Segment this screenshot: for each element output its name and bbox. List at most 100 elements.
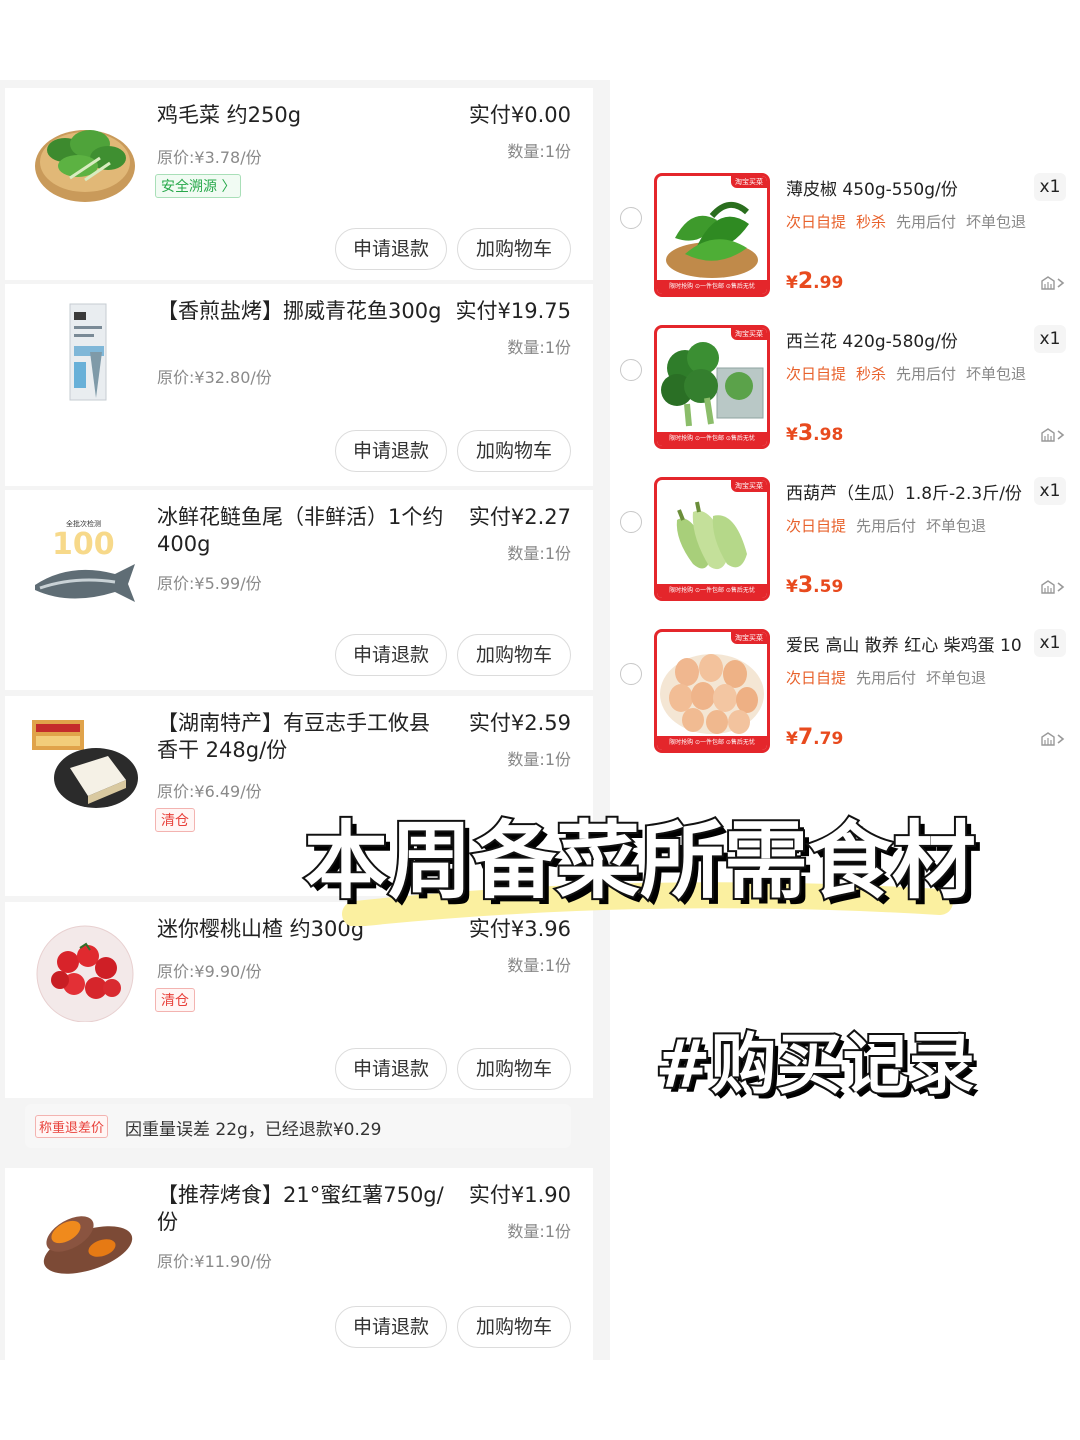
add-to-cart-button[interactable]: 加购物车	[457, 1048, 571, 1090]
headline-text: 本周备菜所需食材	[304, 812, 976, 910]
cart-item-price: ¥3.59	[786, 573, 844, 598]
service-tags: 次日自提 先用后付 坏单包退	[786, 515, 996, 536]
original-price: 原价:¥3.78/份	[157, 148, 262, 167]
order-card: 【推荐烤食】21°蜜红薯750g/份 实付¥1.90 数量:1份 原价:¥11.…	[5, 1168, 593, 1360]
service-tag: 坏单包退	[926, 669, 987, 687]
select-radio[interactable]	[620, 663, 642, 685]
refund-button[interactable]: 申请退款	[335, 228, 447, 270]
service-tag: 次日自提	[786, 365, 847, 383]
promo-footer: 限时抢购 ⊙一件包邮 ⊙售后无忧	[657, 432, 767, 446]
order-card: 鸡毛菜 约250g 实付¥0.00 数量:1份 原价:¥3.78/份 安全溯源 …	[5, 88, 593, 280]
green-peppers-image	[666, 202, 758, 278]
original-price: 原价:¥6.49/份	[157, 782, 262, 801]
paid-amount: 实付¥2.59	[468, 711, 571, 735]
hawthorn-image	[36, 925, 134, 1022]
cart-item-name[interactable]: 爱民 高山 散养 红心 柴鸡蛋 10	[786, 631, 1026, 656]
refund-button[interactable]: 申请退款	[335, 1048, 447, 1090]
store-badge: 淘宝买菜	[731, 328, 767, 340]
store-badge: 淘宝买菜	[731, 480, 767, 492]
order-card: 迷你樱桃山楂 约300g 实付¥3.96 数量:1份 原价:¥9.90/份 清仓…	[5, 902, 593, 1098]
quantity: 数量:1份	[507, 544, 571, 563]
product-thumbnail[interactable]: 淘宝买菜 限时抢购 ⊙一件包邮 ⊙售后无忧	[654, 173, 770, 297]
service-tag: 先用后付	[856, 669, 917, 687]
weight-refund-text: 因重量误差 22g，已经退款¥0.29	[125, 1120, 382, 1140]
quantity-stepper[interactable]: x1	[1034, 477, 1066, 505]
svg-text:100: 100	[52, 527, 115, 562]
quantity-stepper[interactable]: x1	[1034, 173, 1066, 201]
service-tags: 次日自提 秒杀 先用后付 坏单包退	[786, 363, 1036, 384]
cart-item-price: ¥3.98	[786, 421, 844, 446]
clearance-tag: 清仓	[155, 808, 195, 832]
cart-list: 淘宝买菜 限时抢购 ⊙一件包邮 ⊙售后无忧 薄皮椒 450g-550g/份 x1…	[610, 155, 1080, 765]
quantity-stepper[interactable]: x1	[1034, 325, 1066, 353]
leafy-greens-image	[35, 130, 135, 202]
store-badge: 淘宝买菜	[731, 176, 767, 188]
quantity: 数量:1份	[507, 142, 571, 161]
headline-overlay: 本周备菜所需食材 本周备菜所需食材	[302, 810, 980, 926]
cart-item-name[interactable]: 西兰花 420g-580g/份	[786, 327, 1026, 352]
product-thumbnail[interactable]: 淘宝买菜 限时抢购 ⊙一件包邮 ⊙售后无忧	[654, 325, 770, 449]
add-to-cart-button[interactable]: 加购物车	[457, 228, 571, 270]
service-tag: 先用后付	[896, 365, 957, 383]
service-tag: 次日自提	[786, 213, 847, 231]
original-price: 原价:¥11.90/份	[157, 1252, 272, 1271]
find-similar-icon[interactable]	[1040, 275, 1066, 291]
add-to-cart-button[interactable]: 加购物车	[457, 430, 571, 472]
service-tag: 坏单包退	[926, 517, 987, 535]
find-similar-icon[interactable]	[1040, 579, 1066, 595]
cart-item-name[interactable]: 薄皮椒 450g-550g/份	[786, 175, 1026, 200]
cart-item-price: ¥2.99	[786, 269, 844, 294]
weight-refund-tag: 称重退差价	[35, 1115, 109, 1138]
product-thumbnail[interactable]: 淘宝买菜 限时抢购 ⊙一件包邮 ⊙售后无忧	[654, 629, 770, 753]
product-thumbnail[interactable]: 淘宝买菜 限时抢购 ⊙一件包邮 ⊙售后无忧	[654, 477, 770, 601]
refund-button[interactable]: 申请退款	[335, 634, 447, 676]
select-radio[interactable]	[620, 359, 642, 381]
order-card: 【香煎盐烤】挪威青花鱼300g 实付¥19.75 数量:1份 原价:¥32.80…	[5, 284, 593, 486]
traceability-tag[interactable]: 安全溯源 〉	[155, 174, 242, 198]
weight-refund-note: 称重退差价 因重量误差 22g，已经退款¥0.29	[25, 1104, 571, 1148]
service-tag: 次日自提	[786, 517, 847, 535]
quantity: 数量:1份	[507, 750, 571, 769]
service-tag: 秒杀	[856, 365, 887, 383]
eggs-image	[660, 654, 764, 734]
hashtag-text: #购买记录	[655, 1026, 974, 1103]
find-similar-icon[interactable]	[1040, 427, 1066, 443]
find-similar-icon[interactable]	[1040, 731, 1066, 747]
service-tags: 次日自提 先用后付 坏单包退	[786, 667, 996, 688]
paid-amount: 实付¥19.75	[455, 299, 571, 323]
promo-footer: 限时抢购 ⊙一件包邮 ⊙售后无忧	[657, 584, 767, 598]
service-tag: 秒杀	[856, 213, 887, 231]
cart-item-name[interactable]: 西葫芦（生瓜）1.8斤-2.3斤/份	[786, 479, 1026, 504]
cart-item[interactable]: 淘宝买菜 限时抢购 ⊙一件包邮 ⊙售后无忧 西葫芦（生瓜）1.8斤-2.3斤/份…	[610, 459, 1080, 611]
select-radio[interactable]	[620, 511, 642, 533]
product-name: 【湖南特产】有豆志手工攸县香干 248g/份	[157, 711, 430, 762]
original-price: 原价:¥9.90/份	[157, 962, 262, 981]
promo-footer: 限时抢购 ⊙一件包邮 ⊙售后无忧	[657, 280, 767, 294]
quantity: 数量:1份	[507, 956, 571, 975]
paid-amount: 实付¥0.00	[468, 103, 571, 127]
cart-item-price: ¥7.79	[786, 725, 844, 750]
quantity: 数量:1份	[507, 1222, 571, 1241]
cart-item[interactable]: 淘宝买菜 限时抢购 ⊙一件包邮 ⊙售后无忧 爱民 高山 散养 红心 柴鸡蛋 10…	[610, 611, 1080, 763]
broccoli-image	[661, 342, 764, 427]
sweet-potato-image	[43, 1216, 133, 1274]
add-to-cart-button[interactable]: 加购物车	[457, 1306, 571, 1348]
select-radio[interactable]	[620, 207, 642, 229]
service-tags: 次日自提 秒杀 先用后付 坏单包退	[786, 211, 1036, 232]
service-tag: 坏单包退	[966, 365, 1027, 383]
add-to-cart-button[interactable]: 加购物车	[457, 634, 571, 676]
fish-tail-image: 全批次检测 100	[35, 519, 135, 602]
order-card: 全批次检测 100 冰鲜花鲢鱼尾（非鲜活）1个约400g 实付¥2.27 数量:…	[5, 490, 593, 690]
quantity: 数量:1份	[507, 338, 571, 357]
quantity-stepper[interactable]: x1	[1034, 629, 1066, 657]
dried-tofu-image	[32, 720, 138, 808]
hashtag-overlay: #购买记录 #购买记录	[653, 1024, 979, 1108]
refund-button[interactable]: 申请退款	[335, 430, 447, 472]
refund-button[interactable]: 申请退款	[335, 1306, 447, 1348]
original-price: 原价:¥32.80/份	[157, 368, 272, 387]
cart-item[interactable]: 淘宝买菜 限时抢购 ⊙一件包邮 ⊙售后无忧 薄皮椒 450g-550g/份 x1…	[610, 155, 1080, 307]
service-tag: 先用后付	[856, 517, 917, 535]
service-tag: 次日自提	[786, 669, 847, 687]
original-price: 原价:¥5.99/份	[157, 574, 262, 593]
cart-item[interactable]: 淘宝买菜 限时抢购 ⊙一件包邮 ⊙售后无忧 西兰花 420g-580g/份 x1…	[610, 307, 1080, 459]
